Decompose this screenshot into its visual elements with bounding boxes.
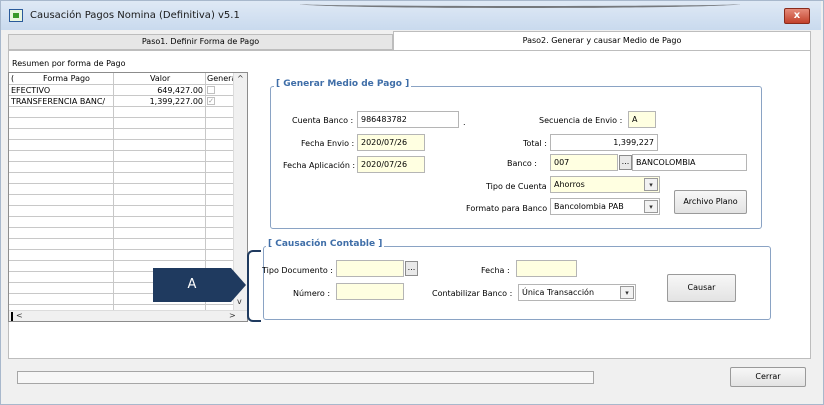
grid-divider (9, 205, 234, 206)
fecha-aplicacion-field[interactable]: 2020/07/26 (357, 156, 425, 173)
contabilizar-banco-select[interactable]: Única Transacción ▾ (518, 284, 636, 301)
total-field: 1,399,227 (550, 134, 658, 151)
scroll-right-icon[interactable]: > (229, 312, 236, 320)
banco-name-field: BANCOLOMBIA (632, 154, 747, 171)
tipo-documento-label: Tipo Documento : (262, 266, 333, 275)
grid-cell-forma-pago[interactable]: TRANSFERENCIA BANC/ (11, 96, 111, 107)
grid-divider (9, 194, 234, 195)
grid-divider (9, 304, 234, 305)
grid-col-header[interactable]: Genera (207, 73, 236, 84)
fecha-aplicacion-label: Fecha Aplicación : (283, 161, 356, 170)
tipo-cuenta-select[interactable]: Ahorros ▾ (550, 176, 660, 193)
grid-col-header[interactable]: Forma Pago (43, 73, 90, 84)
formato-banco-label: Formato para Banco : (466, 204, 553, 213)
grid-divider (9, 139, 234, 140)
contabilizar-banco-value: Única Transacción (522, 288, 595, 297)
grid-divider (113, 73, 114, 313)
genera-checkbox[interactable] (207, 86, 215, 94)
close-button[interactable]: x (784, 8, 810, 24)
chevron-down-icon[interactable]: ▾ (644, 200, 658, 213)
grid-cell-valor[interactable]: 1,399,227.00 (115, 96, 203, 107)
formato-banco-value: Bancolombia PAB (554, 202, 624, 211)
progress-bar (17, 371, 594, 384)
resumen-label: Resumen por forma de Pago (12, 59, 126, 68)
secuencia-envio-label: Secuencia de Envio : (539, 116, 623, 125)
grid-divider (9, 161, 234, 162)
fecha-envio-label: Fecha Envio : (301, 139, 355, 148)
contabilizar-banco-label: Contabilizar Banco : (432, 289, 513, 298)
grid-divider (9, 216, 234, 217)
secuencia-envio-field[interactable]: A (628, 111, 656, 128)
grid-divider (9, 260, 234, 261)
scroll-up-icon[interactable]: ^ (237, 75, 244, 83)
cuenta-banco-dot: . (463, 118, 466, 127)
decorative-curve (300, 0, 740, 8)
chevron-down-icon[interactable]: ▾ (644, 178, 658, 191)
cuenta-banco-field[interactable]: 986483782 (357, 111, 459, 128)
grid-cell-forma-pago[interactable]: EFECTIVO (11, 85, 111, 96)
grid-divider (9, 172, 234, 173)
grid-divider (9, 183, 234, 184)
generar-medio-pago-title: [ Generar Medio de Pago ] (274, 79, 412, 89)
banco-label: Banco : (507, 159, 537, 168)
genera-checkbox-checked[interactable]: ✓ (207, 97, 215, 105)
scroll-thumb[interactable] (11, 312, 13, 321)
app-icon (9, 9, 23, 22)
annotation-callout-pointer (231, 268, 246, 302)
scroll-left-icon[interactable]: < (16, 312, 23, 320)
grid-divider (9, 238, 234, 239)
numero-field[interactable] (336, 283, 404, 300)
grid-col-header[interactable]: ( (11, 73, 14, 84)
grid-horizontal-scrollbar[interactable]: < > (9, 310, 247, 321)
causar-button[interactable]: Causar (667, 274, 736, 302)
cuenta-banco-label: Cuenta Banco : (292, 116, 354, 125)
chevron-down-icon[interactable]: ▾ (620, 286, 634, 299)
fecha-envio-field[interactable]: 2020/07/26 (357, 134, 425, 151)
archivo-plano-button[interactable]: Archivo Plano (674, 190, 747, 214)
window-title: Causación Pagos Nomina (Definitiva) v5.1 (30, 10, 240, 21)
grid-divider (9, 117, 234, 118)
total-label: Total : (523, 139, 547, 148)
annotation-callout: A (153, 268, 231, 302)
cerrar-button[interactable]: Cerrar (730, 367, 806, 387)
banco-code-field[interactable]: 007 (550, 154, 618, 171)
tipo-documento-lookup-button[interactable]: ... (405, 261, 418, 276)
tipo-documento-field[interactable] (336, 260, 404, 277)
grid-divider (9, 150, 234, 151)
causacion-contable-title: [ Causación Contable ] (266, 239, 385, 249)
grid-divider (9, 249, 234, 250)
tab-paso2[interactable]: Paso2. Generar y causar Medio de Pago (393, 31, 811, 50)
banco-lookup-button[interactable]: ... (619, 155, 632, 170)
fecha-label: Fecha : (481, 266, 510, 275)
fecha-field[interactable] (516, 260, 577, 277)
tab-paso1[interactable]: Paso1. Definir Forma de Pago (8, 34, 393, 50)
grid-cell-valor[interactable]: 649,427.00 (115, 85, 203, 96)
numero-label: Número : (293, 289, 331, 298)
tipo-cuenta-value: Ahorros (554, 180, 585, 189)
formato-banco-select[interactable]: Bancolombia PAB ▾ (550, 198, 660, 215)
annotation-bracket (247, 250, 261, 322)
grid-col-header[interactable]: Valor (150, 73, 170, 84)
tipo-cuenta-label: Tipo de Cuenta : (486, 182, 552, 191)
grid-divider (9, 128, 234, 129)
grid-divider (9, 227, 234, 228)
